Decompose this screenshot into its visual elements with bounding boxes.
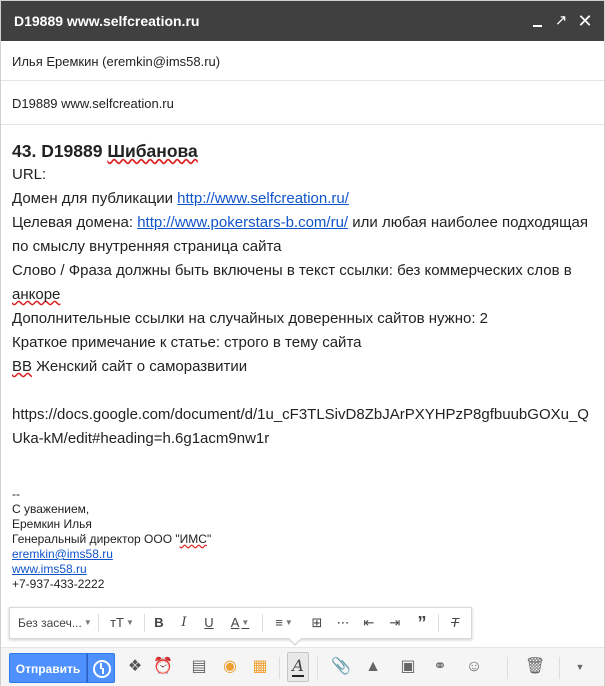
- signature-regards: С уважением,: [12, 502, 90, 516]
- recipient-chip[interactable]: Илья Еремкин (eremkin@ims58.ru): [12, 54, 220, 69]
- clear-format-icon: T: [451, 615, 459, 630]
- send-button-group: Отправить: [9, 653, 115, 683]
- minimize-icon[interactable]: [528, 12, 546, 30]
- line-target: Целевая домена: http://www.pokerstars-b.…: [12, 211, 597, 259]
- toolbar-divider: [262, 614, 263, 632]
- eye-tracking-icon[interactable]: ◉: [220, 657, 240, 677]
- compose-title: D19889 www.selfcreation.ru: [14, 13, 200, 29]
- bulleted-list-icon: ⋯: [336, 615, 350, 630]
- close-icon[interactable]: ✕: [576, 12, 594, 30]
- alarm-clock-icon[interactable]: ⏰: [153, 657, 173, 677]
- target-label: Целевая домена:: [12, 214, 138, 231]
- more-options-icon[interactable]: ▼: [570, 657, 590, 677]
- subject-text: D19889 www.selfcreation.ru: [12, 96, 174, 111]
- bb-rest: Женский сайт о саморазвитии: [32, 358, 248, 375]
- compose-titlebar[interactable]: D19889 www.selfcreation.ru ↗ ✕: [1, 1, 604, 41]
- phrase-word: анкоре: [12, 286, 61, 303]
- text-color-button[interactable]: A ▼: [224, 608, 256, 638]
- notes-icon[interactable]: ▦: [250, 657, 270, 677]
- toolbar-pointer: [288, 638, 302, 646]
- font-family-label: Без засеч...: [18, 616, 82, 630]
- bulleted-list-button[interactable]: ⋯: [332, 608, 354, 638]
- bottom-divider: [559, 657, 560, 679]
- compose-bottom-bar: Отправить ❖ ⏰ ▤ ◉ ▦ A 📎 ▲ ▣ ⚭ ☺ 🗑 ▼: [1, 647, 604, 686]
- insert-photo-icon[interactable]: ▣: [398, 657, 418, 677]
- quote-icon: ”: [417, 613, 427, 633]
- attach-file-icon[interactable]: 📎: [331, 657, 351, 677]
- message-body[interactable]: 43. D19889 Шибанова URL: Домен для публи…: [12, 139, 597, 451]
- phrase-main: Слово / Фраза должны быть включены в тек…: [12, 262, 572, 279]
- chevron-down-icon: ▼: [125, 618, 134, 627]
- message-heading: 43. D19889 Шибанова: [12, 139, 597, 163]
- remove-formatting-button[interactable]: T: [444, 608, 466, 638]
- signature-site-link[interactable]: www.ims58.ru: [12, 562, 87, 576]
- doc-link-text: https://docs.google.com/document/d/1u_cF…: [12, 406, 589, 447]
- heading-name: Шибанова: [107, 141, 198, 161]
- domain-label: Домен для публикации: [12, 190, 178, 207]
- chevron-down-icon: ▼: [284, 618, 293, 627]
- bottom-divider: [317, 657, 318, 679]
- position-pre: Генеральный директор ООО ": [12, 532, 180, 546]
- formatting-toolbar: Без засеч... ▼ тТ ▼ B I U A ▼ ≡ ▼ ⊞ ⋯ ⇤ ⇥ ” …: [9, 607, 472, 639]
- recipients-field[interactable]: Илья Еремкин (eremkin@ims58.ru): [1, 41, 604, 81]
- insert-emoji-icon[interactable]: ☺: [464, 657, 484, 677]
- quote-button[interactable]: ”: [411, 608, 433, 638]
- line-extra-links: Дополнительные ссылки на случайных довер…: [12, 310, 488, 327]
- discard-draft-icon[interactable]: 🗑: [525, 657, 545, 677]
- numbered-list-button[interactable]: ⊞: [306, 608, 328, 638]
- underline-button[interactable]: U: [198, 608, 220, 638]
- signature-email-link[interactable]: eremkin@ims58.ru: [12, 547, 113, 561]
- indent-less-button[interactable]: ⇤: [358, 608, 380, 638]
- signature-name: Еремкин Илья: [12, 517, 92, 531]
- dropbox-icon[interactable]: ❖: [125, 657, 145, 677]
- indent-more-button[interactable]: ⇥: [384, 608, 406, 638]
- heading-number: 43. D19889: [12, 141, 108, 161]
- bold-button[interactable]: B: [148, 608, 170, 638]
- signature-phone: +7-937-433-2222: [12, 577, 105, 591]
- position-post: ": [206, 532, 212, 546]
- indent-less-icon: ⇤: [363, 615, 375, 630]
- text-size-icon: тТ: [110, 615, 124, 630]
- line-domain: Домен для публикации http://www.selfcrea…: [12, 187, 597, 211]
- signature-position: Генеральный директор ООО "ИМС": [12, 532, 211, 547]
- bb-abbr: ВВ: [12, 358, 33, 375]
- line-bb: ВВ Женский сайт о саморазвитии: [12, 355, 597, 379]
- align-left-icon: ≡: [275, 615, 283, 630]
- subject-field[interactable]: D19889 www.selfcreation.ru: [1, 81, 604, 125]
- template-icon[interactable]: ▤: [189, 657, 209, 677]
- bottom-divider: [507, 657, 508, 679]
- italic-button[interactable]: I: [173, 608, 195, 638]
- toolbar-divider: [144, 614, 145, 632]
- indent-more-icon: ⇥: [389, 615, 401, 630]
- expand-icon[interactable]: ↗: [552, 12, 570, 30]
- chevron-down-icon: ▼: [241, 618, 250, 627]
- bottom-divider: [279, 657, 280, 679]
- position-org: ИМС: [179, 532, 207, 546]
- line-note: Краткое примечание к статье: строго в те…: [12, 334, 362, 351]
- signature: -- С уважением, Еремкин Илья Генеральный…: [12, 487, 211, 592]
- toolbar-divider: [98, 614, 99, 632]
- chevron-down-icon: ▼: [83, 618, 92, 627]
- line-url: URL:: [12, 166, 47, 183]
- compose-window: D19889 www.selfcreation.ru ↗ ✕ Илья Ерем…: [0, 0, 605, 686]
- line-phrase: Слово / Фраза должны быть включены в тек…: [12, 259, 597, 307]
- toolbar-divider: [438, 614, 439, 632]
- send-button[interactable]: Отправить: [9, 653, 87, 683]
- schedule-send-icon[interactable]: [87, 653, 115, 683]
- formatting-options-icon[interactable]: A: [287, 652, 309, 682]
- font-size-button[interactable]: тТ ▼: [104, 608, 140, 638]
- text-color-icon: A: [230, 615, 240, 630]
- font-family-select[interactable]: Без засеч... ▼: [18, 608, 94, 638]
- target-link[interactable]: http://www.pokerstars-b.com/ru/: [137, 214, 348, 231]
- domain-link[interactable]: http://www.selfcreation.ru/: [177, 190, 349, 207]
- google-drive-icon[interactable]: ▲: [363, 657, 383, 677]
- numbered-list-icon: ⊞: [311, 615, 323, 630]
- align-button[interactable]: ≡ ▼: [268, 608, 300, 638]
- signature-dashes: --: [12, 487, 20, 501]
- insert-link-icon[interactable]: ⚭: [430, 657, 450, 677]
